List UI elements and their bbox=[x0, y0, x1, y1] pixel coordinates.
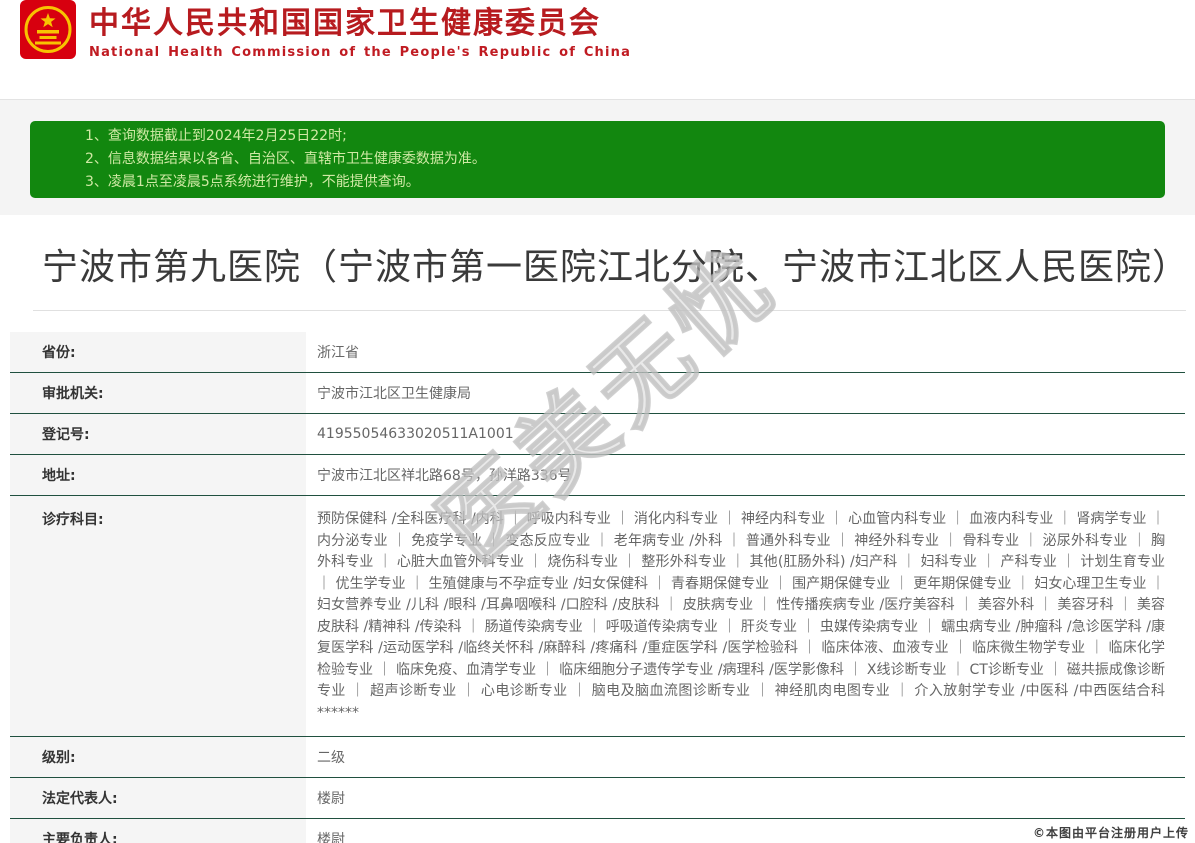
field-label: 审批机关: bbox=[10, 373, 306, 413]
site-header: 中华人民共和国国家卫生健康委员会 National Health Commiss… bbox=[0, 0, 1195, 100]
main-area: 宁波市第九医院（宁波市第一医院江北分院、宁波市江北区人民医院） 省份: 浙江省 … bbox=[0, 215, 1195, 843]
field-label: 级别: bbox=[10, 737, 306, 777]
field-label: 省份: bbox=[10, 332, 306, 372]
site-titles: 中华人民共和国国家卫生健康委员会 National Health Commiss… bbox=[89, 0, 631, 60]
logo-block: 中华人民共和国国家卫生健康委员会 National Health Commiss… bbox=[20, 0, 718, 60]
field-label: 主要负责人: bbox=[10, 819, 306, 843]
notice-line-2: 2、信息数据结果以各省、自治区、直辖市卫生健康委数据为准。 bbox=[85, 148, 1155, 171]
table-row-level: 级别: 二级 bbox=[10, 737, 1185, 778]
table-row-address: 地址: 宁波市江北区祥北路68号，孙洋路336号 bbox=[10, 455, 1185, 496]
notice-line-1: 1、查询数据截止到2024年2月25日22时; bbox=[85, 125, 1155, 148]
notice-line-3: 3、凌晨1点至凌晨5点系统进行维护，不能提供查询。 bbox=[85, 171, 1155, 194]
table-row-medical-subjects: 诊疗科目: 预防保健科 /全科医疗科 /内科 ｜ 呼吸内科专业 ｜ 消化内科专业… bbox=[10, 496, 1185, 737]
notice-box: 1、查询数据截止到2024年2月25日22时; 2、信息数据结果以各省、自治区、… bbox=[30, 121, 1165, 198]
site-title-en: National Health Commission of the People… bbox=[89, 45, 631, 60]
table-row-province: 省份: 浙江省 bbox=[10, 332, 1185, 373]
field-value: 宁波市江北区祥北路68号，孙洋路336号 bbox=[306, 455, 1185, 495]
hospital-info-table: 省份: 浙江省 审批机关: 宁波市江北区卫生健康局 登记号: 419550546… bbox=[10, 332, 1185, 843]
table-row-legal-representative: 法定代表人: 楼尉 bbox=[10, 778, 1185, 819]
field-value: 二级 bbox=[306, 737, 1185, 777]
site-title-cn: 中华人民共和国国家卫生健康委员会 bbox=[89, 6, 631, 42]
field-label: 登记号: bbox=[10, 414, 306, 454]
table-row-principal: 主要负责人: 楼尉 bbox=[10, 819, 1185, 843]
notice-band: 1、查询数据截止到2024年2月25日22时; 2、信息数据结果以各省、自治区、… bbox=[0, 100, 1195, 215]
national-emblem-icon bbox=[20, 0, 76, 59]
field-value: 41955054633020511A1001 bbox=[306, 414, 1185, 454]
field-label: 地址: bbox=[10, 455, 306, 495]
table-row-approval-authority: 审批机关: 宁波市江北区卫生健康局 bbox=[10, 373, 1185, 414]
page: 中华人民共和国国家卫生健康委员会 National Health Commiss… bbox=[0, 0, 1195, 843]
uploader-watermark: ©本图由平台注册用户上传 bbox=[1033, 824, 1189, 841]
field-value: 预防保健科 /全科医疗科 /内科 ｜ 呼吸内科专业 ｜ 消化内科专业 ｜ 神经内… bbox=[306, 496, 1185, 736]
field-value: 楼尉 bbox=[306, 778, 1185, 818]
field-value: 浙江省 bbox=[306, 332, 1185, 372]
table-row-registration-number: 登记号: 41955054633020511A1001 bbox=[10, 414, 1185, 455]
field-value: 宁波市江北区卫生健康局 bbox=[306, 373, 1185, 413]
field-label: 诊疗科目: bbox=[10, 496, 306, 736]
hospital-title: 宁波市第九医院（宁波市第一医院江北分院、宁波市江北区人民医院） bbox=[0, 215, 1195, 290]
title-divider bbox=[33, 310, 1186, 311]
field-label: 法定代表人: bbox=[10, 778, 306, 818]
